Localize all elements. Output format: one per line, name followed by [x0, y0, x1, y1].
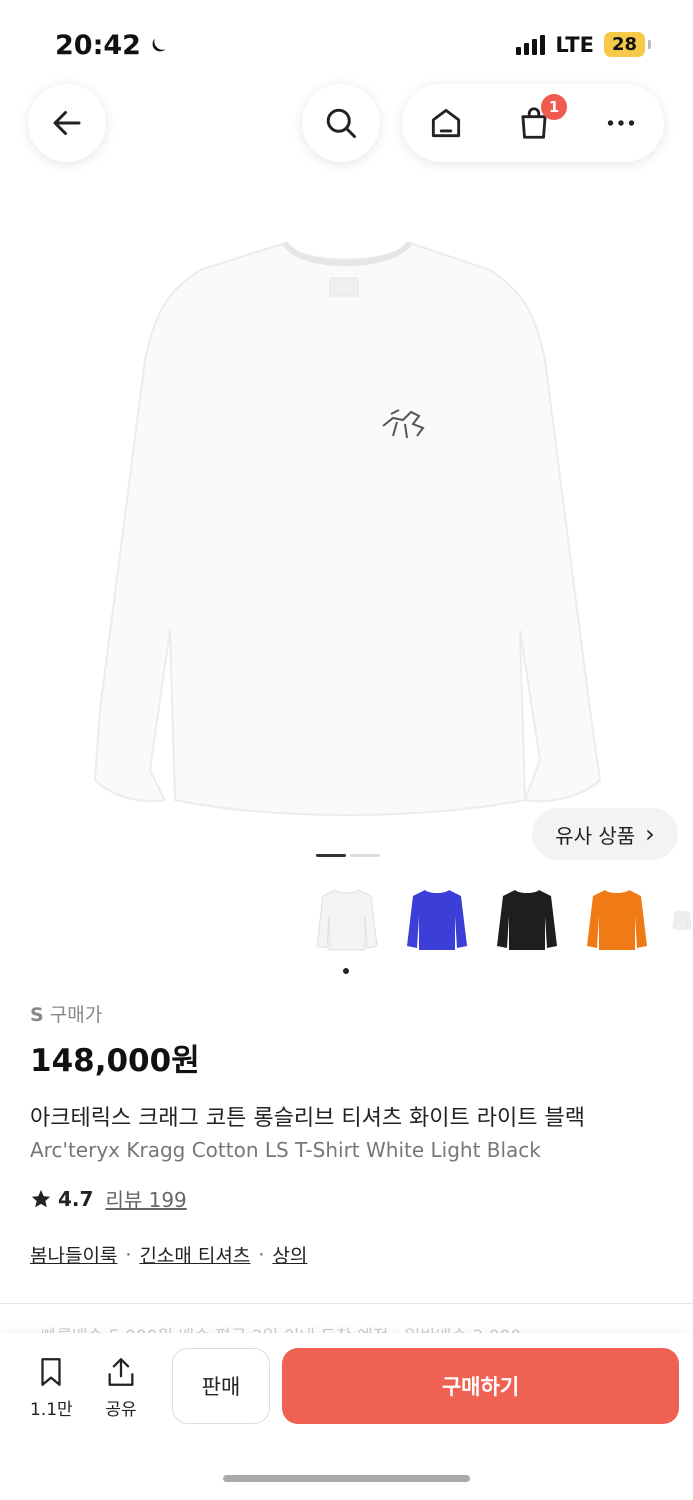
- share-icon: [108, 1358, 134, 1386]
- thumb-partial[interactable]: [672, 884, 692, 956]
- nav-pill: 1: [402, 84, 664, 162]
- category-tag[interactable]: 상의: [272, 1241, 307, 1268]
- product-name-ko: 아크테릭스 크래그 코튼 롱슬리브 티셔츠 화이트 라이트 블랙: [30, 1106, 585, 1131]
- tshirt-thumb-orange: [587, 890, 647, 950]
- image-pager: [316, 854, 380, 857]
- buy-button[interactable]: 구매하기: [282, 1348, 679, 1424]
- similar-products-button[interactable]: 유사 상품 ›: [532, 808, 678, 860]
- status-time-text: 20:42: [55, 30, 141, 61]
- thumb-white[interactable]: [312, 884, 382, 956]
- size-line: S 구매가: [30, 1000, 670, 1027]
- bottom-action-bar: 1.1만 공유 판매 구매하기: [0, 1333, 693, 1500]
- search-icon: [326, 108, 356, 138]
- product-price: 148,000원: [30, 1043, 200, 1079]
- bookmark-icon: [41, 1358, 61, 1386]
- network-label: LTE: [555, 32, 594, 57]
- signal-icon: [516, 34, 546, 55]
- cart-button[interactable]: 1: [515, 94, 567, 142]
- status-indicators: LTE 28: [516, 32, 652, 57]
- product-image[interactable]: [0, 210, 693, 860]
- thumb-blue[interactable]: [402, 884, 472, 956]
- home-indicator: [223, 1475, 470, 1482]
- rating-score: 4.7: [58, 1186, 94, 1211]
- more-button[interactable]: [603, 105, 639, 141]
- star-icon: [31, 1189, 51, 1207]
- chevron-right-icon: ›: [645, 820, 655, 848]
- rating-row: 4.7 리뷰 199: [30, 1184, 670, 1213]
- wishlist-count: 1.1만: [30, 1400, 73, 1420]
- tshirt-thumb-blue: [407, 890, 467, 950]
- share-button[interactable]: 공유: [104, 1355, 138, 1420]
- tshirt-image: [93, 240, 602, 816]
- search-button[interactable]: [302, 84, 380, 162]
- moon-icon: [152, 38, 166, 51]
- thumb-orange[interactable]: [582, 884, 652, 956]
- wishlist-button[interactable]: 1.1만: [30, 1355, 73, 1420]
- thumb-selected-dot: [343, 968, 349, 974]
- size-suffix: 구매가: [49, 1004, 103, 1026]
- tshirt-thumb-white: [316, 889, 378, 951]
- share-label: 공유: [105, 1400, 137, 1420]
- size-value: S: [30, 1004, 44, 1026]
- product-name-en: Arc'teryx Kragg Cotton LS T-Shirt White …: [30, 1138, 541, 1162]
- similar-label: 유사 상품: [555, 823, 636, 848]
- home-icon: [431, 108, 461, 138]
- section-divider: [0, 1303, 693, 1304]
- color-thumbnails: [312, 884, 692, 956]
- arrow-left-icon: [53, 111, 81, 135]
- status-time: 20:42: [55, 30, 169, 61]
- thumb-black[interactable]: [492, 884, 562, 956]
- pager-dot: [350, 854, 380, 857]
- reviews-link[interactable]: 리뷰 199: [105, 1184, 186, 1213]
- status-bar: 20:42 LTE 28: [0, 0, 693, 90]
- category-tags: 봄나들이룩 · 긴소매 티셔츠 · 상의: [30, 1241, 670, 1268]
- sell-button[interactable]: 판매: [172, 1348, 270, 1424]
- category-separator: ·: [125, 1243, 132, 1266]
- product-info: S 구매가 148,000원 아크테릭스 크래그 코튼 롱슬리브 티셔츠 화이트…: [30, 1000, 670, 1268]
- category-tag[interactable]: 긴소매 티셔츠: [139, 1241, 250, 1268]
- more-icon: [607, 120, 635, 126]
- category-separator: ·: [258, 1243, 265, 1266]
- cart-badge: 1: [541, 94, 567, 120]
- tshirt-thumb-grey: [672, 910, 692, 930]
- pager-dot-active: [316, 854, 346, 857]
- home-button[interactable]: [427, 104, 465, 142]
- back-button[interactable]: [28, 84, 106, 162]
- category-tag[interactable]: 봄나들이룩: [30, 1241, 117, 1268]
- battery-icon: 28: [603, 32, 652, 57]
- tshirt-thumb-black: [497, 890, 557, 950]
